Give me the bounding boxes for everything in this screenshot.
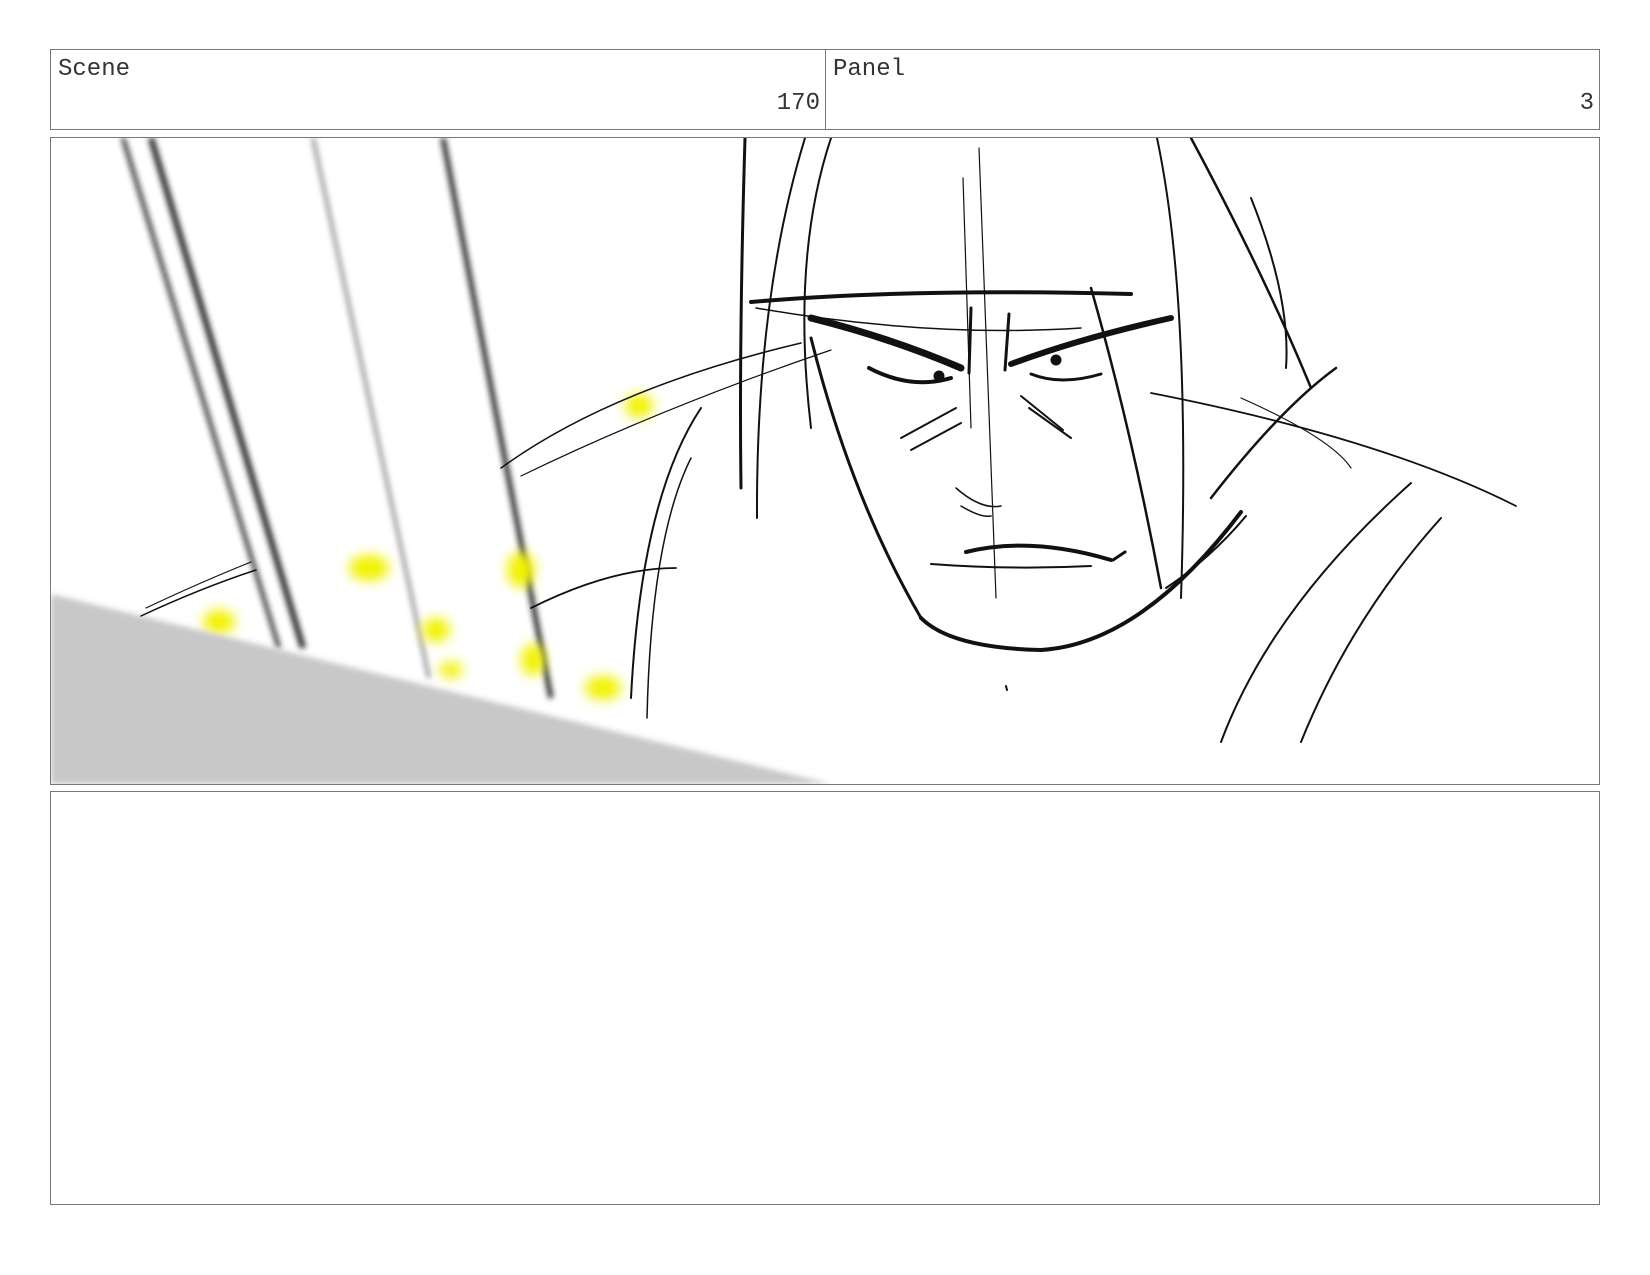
storyboard-frame bbox=[50, 137, 1600, 785]
panel-label: Panel bbox=[833, 56, 906, 83]
character-sketch bbox=[140, 138, 1517, 743]
scene-cell: Scene 170 bbox=[51, 50, 826, 129]
panel-cell: Panel 3 bbox=[826, 50, 1599, 129]
panel-number: 3 bbox=[1579, 90, 1594, 117]
panel-notes-box bbox=[50, 791, 1600, 1205]
storyboard-header: Scene 170 Panel 3 bbox=[50, 49, 1600, 130]
scene-number: 170 bbox=[776, 90, 820, 117]
sketch-drawing bbox=[51, 138, 1517, 784]
foreground-pillars bbox=[121, 138, 554, 699]
scene-label: Scene bbox=[58, 56, 131, 83]
